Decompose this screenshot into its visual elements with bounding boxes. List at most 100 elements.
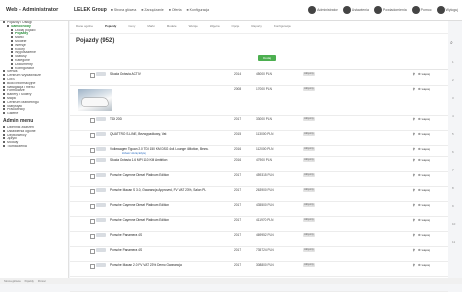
- admin-menu-item[interactable]: Tłumaczenia: [0, 145, 68, 149]
- nav-offer[interactable]: Oferta: [169, 8, 182, 12]
- status-badge[interactable]: Aktywny: [303, 217, 315, 222]
- nav-home[interactable]: Strona główna: [111, 8, 136, 12]
- footer-home[interactable]: Strona główna: [4, 280, 21, 283]
- status-badge[interactable]: Aktywny: [303, 146, 315, 151]
- row-checkbox[interactable]: [90, 133, 95, 138]
- status-badge[interactable]: Aktywny: [303, 86, 315, 91]
- vehicle-row[interactable]: Porsche Cayenne Diesel Platinum Edition 2…: [70, 216, 448, 232]
- row-checkbox[interactable]: [90, 234, 95, 239]
- key-icon[interactable]: ⚲: [413, 87, 415, 91]
- more-link[interactable]: więcej: [422, 87, 430, 91]
- tab[interactable]: Marki: [147, 24, 154, 30]
- add-vehicle-button[interactable]: Dodaj: [258, 55, 276, 61]
- key-icon[interactable]: ⚲: [413, 72, 415, 76]
- vehicle-row[interactable]: Porsche Cayenne Diesel Platinum Edition 2…: [70, 201, 448, 217]
- status-badge[interactable]: Aktywny: [303, 157, 315, 162]
- status-badge[interactable]: Aktywny: [303, 262, 315, 267]
- nav-manage[interactable]: Zarządzanie: [141, 8, 163, 12]
- key-icon[interactable]: ⚲: [413, 188, 415, 192]
- status-badge[interactable]: Aktywny: [303, 187, 315, 192]
- gear-icon[interactable]: ⚙: [418, 248, 421, 252]
- key-icon[interactable]: ⚲: [413, 203, 415, 207]
- gear-icon[interactable]: ⚙: [418, 218, 421, 222]
- status-badge[interactable]: Aktywny: [303, 172, 315, 177]
- status-badge[interactable]: Aktywny: [303, 247, 315, 252]
- vehicle-name[interactable]: QUATTRO S-LINE, Bezwypadkowy, Vat: [110, 132, 220, 136]
- row-checkbox[interactable]: [90, 204, 95, 209]
- vehicle-name[interactable]: Porsche Macan S 3.0, Gwarancja Approved,…: [110, 188, 220, 192]
- key-icon[interactable]: ⚲: [413, 218, 415, 222]
- vehicle-row[interactable]: Skoda Octavia 1.6 MPI 110 KM Ambition 201…: [70, 156, 448, 172]
- vehicle-row[interactable]: Skoda Octavia ACTIV 2014 45000 PLN Aktywny ⚲…: [70, 70, 448, 86]
- vehicle-name[interactable]: Porsche Macan 2.0 FV VAT 23% Demo Gwaran…: [110, 263, 220, 267]
- company-name[interactable]: LELEK Group: [74, 7, 107, 13]
- admin-menu[interactable]: Administrator: [308, 6, 338, 14]
- notifications-menu[interactable]: Powiadomienia: [373, 6, 407, 14]
- more-link[interactable]: więcej: [422, 203, 430, 207]
- vehicle-row[interactable]: Porsche Panamera 4S 2017 735724 PLN Aktywny…: [70, 246, 448, 262]
- more-link[interactable]: więcej: [422, 263, 430, 267]
- gear-icon[interactable]: ⚙: [418, 173, 421, 177]
- filter-icon[interactable]: ⌕: [450, 40, 453, 46]
- status-badge[interactable]: Aktywny: [303, 71, 315, 76]
- more-link[interactable]: więcej: [422, 117, 430, 121]
- key-icon[interactable]: ⚲: [413, 147, 415, 151]
- gear-icon[interactable]: ⚙: [418, 233, 421, 237]
- status-badge[interactable]: Aktywny: [303, 202, 315, 207]
- row-checkbox[interactable]: [90, 219, 95, 224]
- vehicle-name[interactable]: Volkswagen Tiguan 2.0 TDI 150 KM DSG 4x4…: [110, 147, 220, 151]
- help-menu[interactable]: Pomoc: [411, 6, 432, 14]
- tab[interactable]: Pojazdy: [105, 24, 116, 30]
- row-checkbox[interactable]: [90, 118, 95, 123]
- key-icon[interactable]: ⚲: [413, 117, 415, 121]
- status-badge[interactable]: Aktywny: [303, 131, 315, 136]
- tab[interactable]: Dane ogólne: [76, 24, 93, 30]
- vehicle-row[interactable]: Porsche Macan 2.0 FV VAT 23% Demo Gwaran…: [70, 261, 448, 277]
- key-icon[interactable]: ⚲: [413, 263, 415, 267]
- vehicle-name[interactable]: Skoda Octavia 1.6 MPI 110 KM Ambition: [110, 158, 220, 162]
- key-icon[interactable]: ⚲: [413, 173, 415, 177]
- key-icon[interactable]: ⚲: [413, 248, 415, 252]
- row-checkbox[interactable]: [90, 189, 95, 194]
- vehicle-name[interactable]: Porsche Cayenne Diesel Platinum Edition: [110, 203, 220, 207]
- key-icon[interactable]: ⚲: [413, 158, 415, 162]
- tab[interactable]: Opcje: [232, 24, 240, 30]
- vehicle-name[interactable]: Skoda Octavia ACTIV: [110, 72, 220, 76]
- status-badge[interactable]: Aktywny: [303, 116, 315, 121]
- more-link[interactable]: więcej: [422, 173, 430, 177]
- gear-icon[interactable]: ⚙: [418, 117, 421, 121]
- tab[interactable]: Konfiguracja: [274, 24, 291, 30]
- logout-button[interactable]: Wyloguj: [436, 6, 458, 14]
- row-checkbox[interactable]: [90, 73, 95, 78]
- row-checkbox[interactable]: [90, 249, 95, 254]
- footer-vehicles[interactable]: Pojazdy: [25, 280, 34, 283]
- vehicle-name[interactable]: Porsche Panamera 4S: [110, 248, 220, 252]
- gear-icon[interactable]: ⚙: [418, 188, 421, 192]
- vehicle-name[interactable]: Porsche Cayenne Diesel Platinum Edition: [110, 173, 220, 177]
- tab[interactable]: Wersje: [189, 24, 198, 30]
- more-link[interactable]: więcej: [422, 248, 430, 252]
- vehicle-row[interactable]: Porsche Panamera 4S 2017 469952 PLN Aktywny…: [70, 231, 448, 247]
- vehicle-row[interactable]: QUATTRO S-LINE, Bezwypadkowy, Vat 2015 113…: [70, 130, 448, 146]
- nav-config[interactable]: Konfiguracja: [187, 8, 209, 12]
- more-link[interactable]: więcej: [422, 147, 430, 151]
- settings-menu[interactable]: Ustawienia: [342, 6, 369, 14]
- gear-icon[interactable]: ⚙: [418, 132, 421, 136]
- key-icon[interactable]: ⚲: [413, 233, 415, 237]
- vehicle-row[interactable]: 2008 17000 PLN Aktywny ⚲ ⚙więcej: [70, 85, 448, 116]
- tab[interactable]: Modele: [167, 24, 177, 30]
- more-link[interactable]: więcej: [422, 218, 430, 222]
- vehicle-name[interactable]: TDI 20D: [110, 117, 220, 121]
- gear-icon[interactable]: ⚙: [418, 147, 421, 151]
- gear-icon[interactable]: ⚙: [418, 87, 421, 91]
- key-icon[interactable]: ⚲: [413, 132, 415, 136]
- row-checkbox[interactable]: [90, 159, 95, 164]
- vehicle-row[interactable]: Porsche Macan S 3.0, Gwarancja Approved,…: [70, 186, 448, 202]
- more-link[interactable]: więcej: [422, 72, 430, 76]
- vehicle-name[interactable]: Porsche Cayenne Diesel Platinum Edition: [110, 218, 220, 222]
- vehicle-name[interactable]: Porsche Panamera 4S: [110, 233, 220, 237]
- tab[interactable]: Zdjęcia: [210, 24, 220, 30]
- tab[interactable]: Ceny: [128, 24, 135, 30]
- more-link[interactable]: więcej: [422, 188, 430, 192]
- vehicle-links[interactable]: Zobacz ofertę Edytuj: [122, 152, 146, 155]
